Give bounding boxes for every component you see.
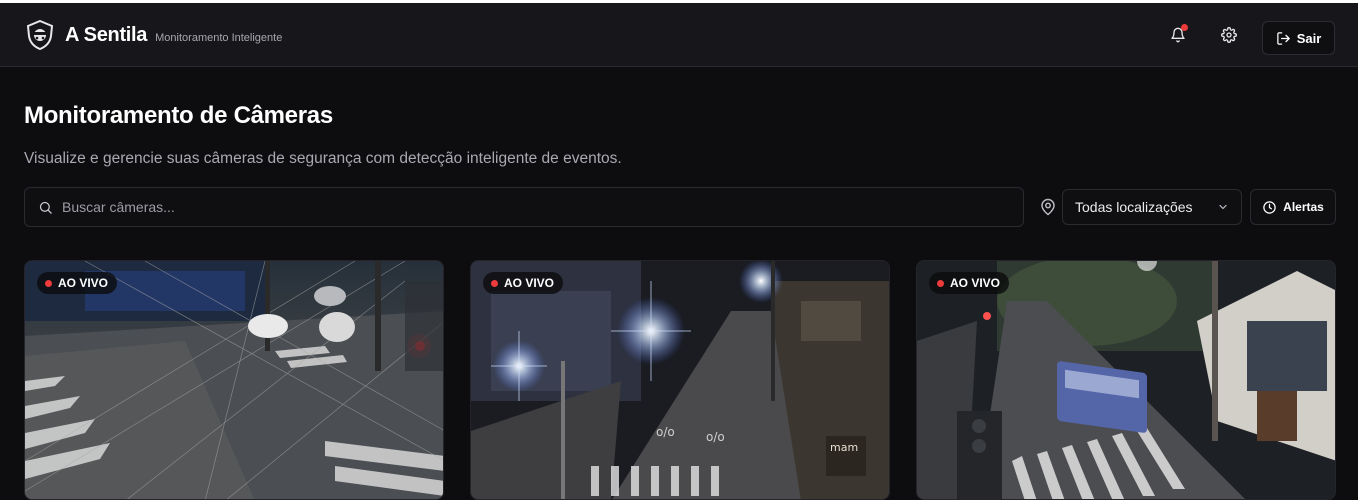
camera-card[interactable]: AO VIVO <box>916 260 1336 500</box>
settings-button[interactable] <box>1217 23 1241 47</box>
location-select-value: Todas localizações <box>1075 199 1193 215</box>
app-header: A Sentila Monitoramento Inteligente Sair <box>0 3 1358 67</box>
shield-logo-icon <box>26 20 54 50</box>
notifications-button[interactable] <box>1166 23 1190 47</box>
live-badge-label: AO VIVO <box>950 276 1001 290</box>
location-select[interactable]: Todas localizações <box>1062 189 1242 225</box>
live-badge-label: AO VIVO <box>504 276 555 290</box>
live-badge: AO VIVO <box>37 272 118 294</box>
camera-card[interactable]: o/o o/o mam AO VIVO <box>470 260 890 500</box>
gear-icon <box>1221 27 1237 43</box>
notification-badge <box>1181 24 1188 31</box>
live-badge: AO VIVO <box>929 272 1010 294</box>
search-box[interactable] <box>24 187 1024 227</box>
live-indicator-dot <box>45 279 52 287</box>
alerts-button[interactable]: Alertas <box>1250 189 1336 225</box>
search-input[interactable] <box>62 199 962 215</box>
chevron-down-icon <box>1219 204 1227 210</box>
camera-feed-image: o/o o/o mam <box>471 261 889 499</box>
app-tagline: Monitoramento Inteligente <box>155 31 283 44</box>
live-indicator-dot <box>937 279 944 287</box>
map-pin-icon <box>1041 198 1055 216</box>
log-out-icon <box>1276 31 1290 45</box>
alerts-label: Alertas <box>1283 200 1324 214</box>
live-badge: AO VIVO <box>483 272 564 294</box>
live-indicator-dot <box>491 279 498 287</box>
svg-text:o/o: o/o <box>706 430 725 444</box>
live-badge-label: AO VIVO <box>58 276 109 290</box>
svg-text:mam: mam <box>830 441 858 454</box>
brand[interactable]: A Sentila Monitoramento Inteligente <box>26 20 282 50</box>
page-title: Monitoramento de Câmeras <box>24 102 333 129</box>
camera-feed-image <box>25 261 443 499</box>
logout-button[interactable]: Sair <box>1262 21 1335 55</box>
page-subtitle: Visualize e gerencie suas câmeras de seg… <box>24 150 622 167</box>
app-name: A Sentila <box>65 23 148 46</box>
logout-label: Sair <box>1296 30 1322 46</box>
search-icon <box>39 201 52 214</box>
camera-card[interactable]: AO VIVO <box>24 260 444 500</box>
clock-icon <box>1263 200 1276 214</box>
camera-feed-image <box>917 261 1335 499</box>
svg-text:o/o: o/o <box>656 425 675 439</box>
